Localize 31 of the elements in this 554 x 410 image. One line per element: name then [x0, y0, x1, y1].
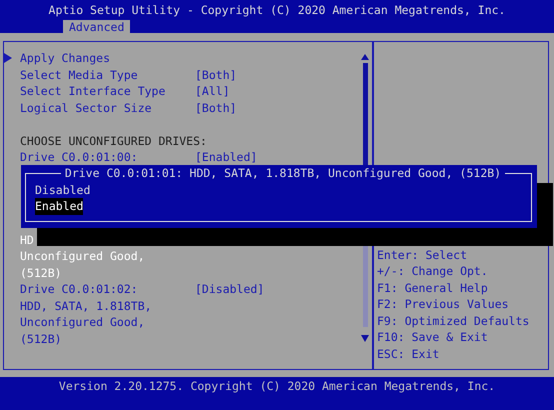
help-text: F9: Optimized Defaults: [377, 312, 530, 329]
setting-label[interactable]: Select Interface Type: [20, 83, 195, 100]
drive-detail: HD: [19, 232, 35, 248]
menu-tab[interactable]: Advanced: [63, 20, 130, 34]
setting-value[interactable]: [Enabled]: [195, 149, 360, 166]
drive-detail: HDD, SATA, 1.818TB,: [19, 298, 153, 314]
setting-value[interactable]: [Disabled]: [195, 281, 360, 298]
setting-value[interactable]: [Both]: [195, 100, 360, 116]
setting-label[interactable]: Drive C0.0:01:00:: [20, 149, 195, 166]
help-text: +/-: Change Opt.: [377, 263, 489, 280]
setting-label[interactable]: Select Media Type: [20, 66, 195, 83]
help-text: Enter: Select: [377, 246, 468, 263]
help-text: F1: General Help: [377, 280, 489, 296]
help-text: F10: Save & Exit: [377, 329, 489, 346]
drive-detail: Unconfigured Good,: [19, 248, 146, 264]
setting-label[interactable]: Logical Sector Size: [20, 100, 195, 116]
version-text: Version 2.20.1275. Copyright (C) 2020 American Megatrends, Inc.: [58, 378, 496, 395]
setting-value[interactable]: [Both]: [195, 66, 360, 83]
drive-detail: (512B): [19, 264, 63, 281]
help-text: ESC: Exit: [377, 346, 440, 362]
popup-option[interactable]: Enabled: [35, 198, 84, 214]
window-title: Aptio Setup Utility - Copyright (C) 2020 American Megatrends, Inc.: [48, 2, 506, 18]
drive-detail: Unconfigured Good,: [19, 314, 146, 330]
menu-item[interactable]: Apply Changes: [4, 50, 360, 66]
popup-title: Drive C0.0:01:01: HDD, SATA, 1.818TB, Unconfigured Good, (512B): [60, 165, 506, 182]
popup-option[interactable]: Disabled: [35, 182, 90, 198]
setting-label[interactable]: Drive C0.0:01:02:: [20, 281, 195, 298]
section-heading: CHOOSE UNCONFIGURED DRIVES:: [19, 132, 208, 149]
help-text: F2: Previous Values: [377, 296, 510, 312]
drive-detail: (512B): [19, 330, 63, 347]
setting-value[interactable]: [All]: [195, 83, 360, 100]
